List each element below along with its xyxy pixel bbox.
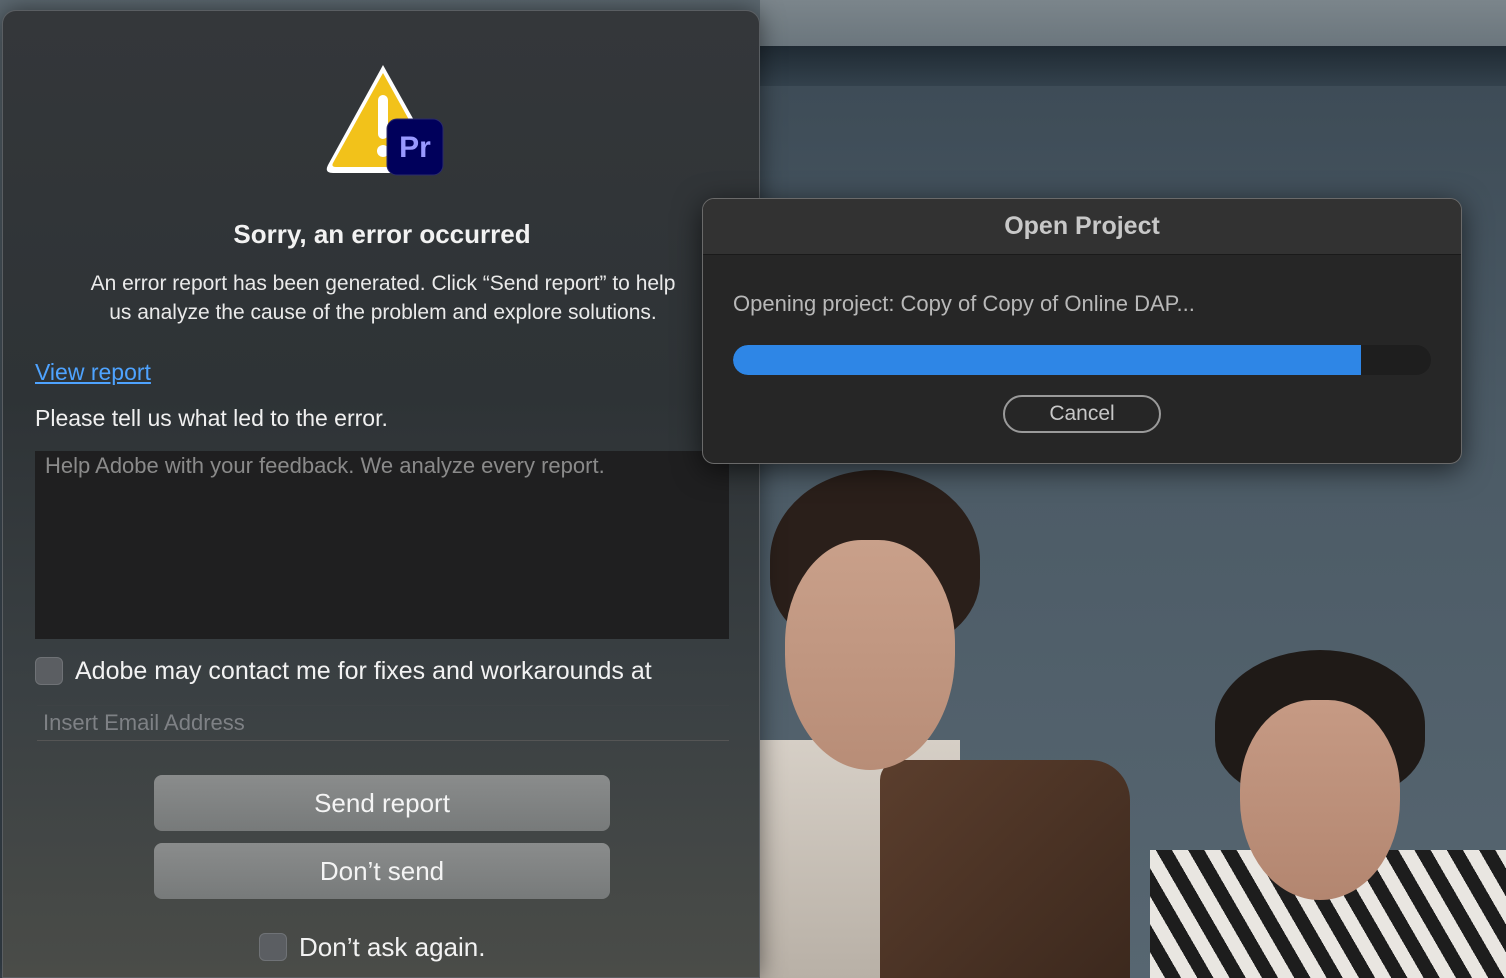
dont-ask-again-checkbox[interactable]	[259, 933, 287, 961]
progress-bar	[733, 345, 1431, 375]
background-ceiling	[760, 0, 1506, 46]
feedback-prompt-label: Please tell us what led to the error.	[35, 405, 388, 431]
error-report-dialog: Pr Sorry, an error occurred An error rep…	[2, 10, 760, 978]
cancel-button[interactable]: Cancel	[1003, 395, 1161, 433]
error-message-line-2: us analyze the cause of the problem and …	[109, 301, 657, 324]
background-person-1-jacket	[880, 760, 1130, 978]
send-report-button[interactable]: Send report	[154, 775, 610, 831]
open-project-titlebar: Open Project	[703, 199, 1461, 255]
badge-text: Pr	[399, 131, 431, 164]
contact-consent-checkbox[interactable]	[35, 657, 63, 685]
dont-ask-again-row: Don’t ask again.	[259, 929, 485, 965]
dont-ask-again-label: Don’t ask again.	[299, 931, 486, 962]
warning-icon: Pr	[326, 65, 444, 176]
contact-consent-row: Adobe may contact me for fixes and worka…	[35, 653, 652, 689]
open-project-dialog: Open Project Opening project: Copy of Co…	[702, 198, 1462, 464]
open-project-status: Opening project: Copy of Copy of Online …	[733, 291, 1195, 316]
view-report-link[interactable]: View report	[35, 359, 151, 386]
premiere-pro-badge-icon: Pr	[386, 118, 444, 176]
error-title: Sorry, an error occurred	[233, 219, 531, 249]
error-message-line-1: An error report has been generated. Clic…	[90, 272, 676, 295]
dont-send-button[interactable]: Don’t send	[154, 843, 610, 899]
contact-consent-label: Adobe may contact me for fixes and worka…	[75, 656, 652, 685]
progress-bar-fill	[733, 345, 1362, 375]
open-project-title: Open Project	[1004, 212, 1160, 240]
background-person-2-face	[1240, 700, 1400, 900]
error-message: An error report has been generated. Clic…	[33, 269, 733, 327]
background-rail	[760, 46, 1506, 86]
feedback-textarea[interactable]	[35, 451, 729, 639]
background-person-1-face	[785, 540, 955, 770]
email-field[interactable]	[37, 705, 729, 741]
